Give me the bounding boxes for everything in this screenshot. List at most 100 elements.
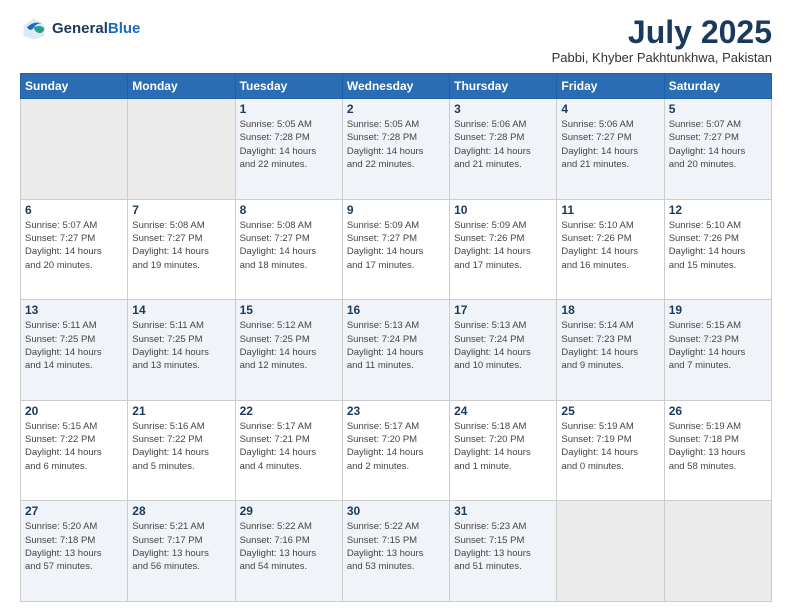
table-row: 1 Sunrise: 5:05 AM Sunset: 7:28 PM Daylig… [235,99,342,200]
day-info: Sunrise: 5:06 AM Sunset: 7:27 PM Dayligh… [561,118,659,171]
day-number: 27 [25,504,123,518]
page: GeneralBlue July 2025 Pabbi, Khyber Pakh… [0,0,792,612]
day-info: Sunrise: 5:18 AM Sunset: 7:20 PM Dayligh… [454,420,552,473]
col-friday: Friday [557,74,664,99]
day-info: Sunrise: 5:11 AM Sunset: 7:25 PM Dayligh… [132,319,230,372]
col-thursday: Thursday [450,74,557,99]
table-row: 5 Sunrise: 5:07 AM Sunset: 7:27 PM Daylig… [664,99,771,200]
location-title: Pabbi, Khyber Pakhtunkhwa, Pakistan [552,50,772,65]
day-number: 31 [454,504,552,518]
day-info: Sunrise: 5:15 AM Sunset: 7:22 PM Dayligh… [25,420,123,473]
col-tuesday: Tuesday [235,74,342,99]
day-info: Sunrise: 5:13 AM Sunset: 7:24 PM Dayligh… [347,319,445,372]
day-number: 25 [561,404,659,418]
table-row: 8 Sunrise: 5:08 AM Sunset: 7:27 PM Daylig… [235,199,342,300]
table-row: 29 Sunrise: 5:22 AM Sunset: 7:16 PM Dayli… [235,501,342,602]
day-info: Sunrise: 5:16 AM Sunset: 7:22 PM Dayligh… [132,420,230,473]
day-info: Sunrise: 5:11 AM Sunset: 7:25 PM Dayligh… [25,319,123,372]
col-wednesday: Wednesday [342,74,449,99]
day-info: Sunrise: 5:08 AM Sunset: 7:27 PM Dayligh… [132,219,230,272]
day-info: Sunrise: 5:09 AM Sunset: 7:26 PM Dayligh… [454,219,552,272]
day-info: Sunrise: 5:17 AM Sunset: 7:20 PM Dayligh… [347,420,445,473]
table-row: 18 Sunrise: 5:14 AM Sunset: 7:23 PM Dayli… [557,300,664,401]
table-row: 23 Sunrise: 5:17 AM Sunset: 7:20 PM Dayli… [342,400,449,501]
table-row: 25Sunrise: 5:19 AM Sunset: 7:19 PM Dayli… [557,400,664,501]
day-number: 20 [25,404,123,418]
day-number: 1 [240,102,338,116]
day-info: Sunrise: 5:14 AM Sunset: 7:23 PM Dayligh… [561,319,659,372]
day-number: 18 [561,303,659,317]
day-info: Sunrise: 5:05 AM Sunset: 7:28 PM Dayligh… [347,118,445,171]
calendar-week-row: 20 Sunrise: 5:15 AM Sunset: 7:22 PM Dayli… [21,400,772,501]
header: GeneralBlue July 2025 Pabbi, Khyber Pakh… [20,15,772,65]
table-row: 28Sunrise: 5:21 AM Sunset: 7:17 PM Dayli… [128,501,235,602]
table-row [557,501,664,602]
day-number: 14 [132,303,230,317]
day-number: 17 [454,303,552,317]
day-info: Sunrise: 5:06 AM Sunset: 7:28 PM Dayligh… [454,118,552,171]
col-saturday: Saturday [664,74,771,99]
day-number: 2 [347,102,445,116]
table-row [21,99,128,200]
table-row: 12 Sunrise: 5:10 AM Sunset: 7:26 PM Dayli… [664,199,771,300]
day-number: 13 [25,303,123,317]
month-title: July 2025 [552,15,772,50]
day-number: 8 [240,203,338,217]
table-row: 31 Sunrise: 5:23 AM Sunset: 7:15 PM Dayli… [450,501,557,602]
day-info: Sunrise: 5:07 AM Sunset: 7:27 PM Dayligh… [25,219,123,272]
calendar-header-row: Sunday Monday Tuesday Wednesday Thursday… [21,74,772,99]
day-number: 7 [132,203,230,217]
title-area: July 2025 Pabbi, Khyber Pakhtunkhwa, Pak… [552,15,772,65]
logo: GeneralBlue [20,15,140,43]
day-info: Sunrise: 5:08 AM Sunset: 7:27 PM Dayligh… [240,219,338,272]
day-number: 5 [669,102,767,116]
col-monday: Monday [128,74,235,99]
table-row: 15 Sunrise: 5:12 AM Sunset: 7:25 PM Dayli… [235,300,342,401]
day-info: Sunrise: 5:15 AM Sunset: 7:23 PM Dayligh… [669,319,767,372]
day-number: 28 [132,504,230,518]
day-number: 16 [347,303,445,317]
table-row: 26 Sunrise: 5:19 AM Sunset: 7:18 PM Dayli… [664,400,771,501]
table-row: 20 Sunrise: 5:15 AM Sunset: 7:22 PM Dayli… [21,400,128,501]
calendar-week-row: 6 Sunrise: 5:07 AM Sunset: 7:27 PM Daylig… [21,199,772,300]
day-number: 12 [669,203,767,217]
day-info: Sunrise: 5:22 AM Sunset: 7:16 PM Dayligh… [240,520,338,573]
day-number: 4 [561,102,659,116]
logo-icon [20,15,48,43]
day-number: 23 [347,404,445,418]
table-row: 10 Sunrise: 5:09 AM Sunset: 7:26 PM Dayli… [450,199,557,300]
table-row: 16 Sunrise: 5:13 AM Sunset: 7:24 PM Dayli… [342,300,449,401]
day-number: 26 [669,404,767,418]
table-row: 11Sunrise: 5:10 AM Sunset: 7:26 PM Dayli… [557,199,664,300]
day-number: 6 [25,203,123,217]
day-number: 24 [454,404,552,418]
table-row: 2 Sunrise: 5:05 AM Sunset: 7:28 PM Daylig… [342,99,449,200]
day-number: 22 [240,404,338,418]
day-info: Sunrise: 5:10 AM Sunset: 7:26 PM Dayligh… [669,219,767,272]
day-number: 21 [132,404,230,418]
calendar-table: Sunday Monday Tuesday Wednesday Thursday… [20,73,772,602]
day-info: Sunrise: 5:13 AM Sunset: 7:24 PM Dayligh… [454,319,552,372]
table-row: 17 Sunrise: 5:13 AM Sunset: 7:24 PM Dayli… [450,300,557,401]
col-sunday: Sunday [21,74,128,99]
day-info: Sunrise: 5:19 AM Sunset: 7:18 PM Dayligh… [669,420,767,473]
calendar-week-row: 13 Sunrise: 5:11 AM Sunset: 7:25 PM Dayli… [21,300,772,401]
day-info: Sunrise: 5:10 AM Sunset: 7:26 PM Dayligh… [561,219,659,272]
day-info: Sunrise: 5:07 AM Sunset: 7:27 PM Dayligh… [669,118,767,171]
table-row: 19 Sunrise: 5:15 AM Sunset: 7:23 PM Dayli… [664,300,771,401]
table-row: 13 Sunrise: 5:11 AM Sunset: 7:25 PM Dayli… [21,300,128,401]
day-info: Sunrise: 5:05 AM Sunset: 7:28 PM Dayligh… [240,118,338,171]
table-row: 6 Sunrise: 5:07 AM Sunset: 7:27 PM Daylig… [21,199,128,300]
day-info: Sunrise: 5:22 AM Sunset: 7:15 PM Dayligh… [347,520,445,573]
day-number: 15 [240,303,338,317]
table-row: 9Sunrise: 5:09 AM Sunset: 7:27 PM Daylig… [342,199,449,300]
table-row: 27Sunrise: 5:20 AM Sunset: 7:18 PM Dayli… [21,501,128,602]
day-number: 29 [240,504,338,518]
day-number: 19 [669,303,767,317]
day-info: Sunrise: 5:23 AM Sunset: 7:15 PM Dayligh… [454,520,552,573]
table-row [664,501,771,602]
day-number: 9 [347,203,445,217]
day-number: 30 [347,504,445,518]
day-number: 10 [454,203,552,217]
day-info: Sunrise: 5:12 AM Sunset: 7:25 PM Dayligh… [240,319,338,372]
